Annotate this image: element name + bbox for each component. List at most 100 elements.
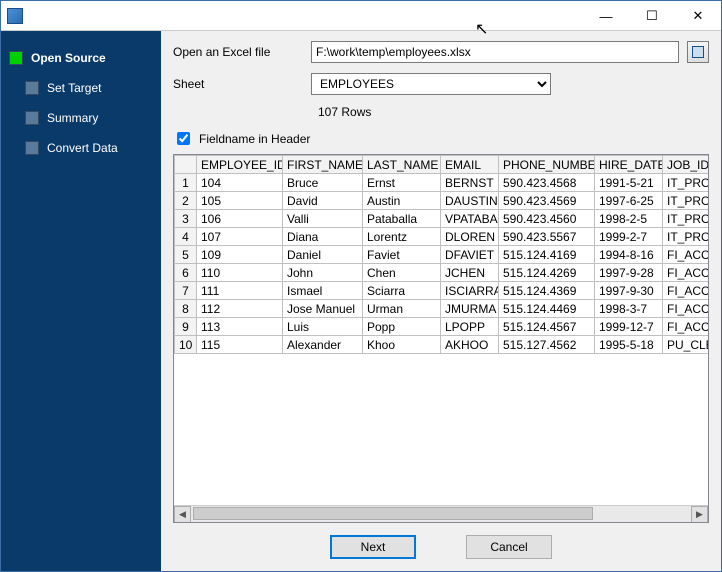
sheet-select[interactable]: EMPLOYEES [311, 73, 551, 95]
row-header[interactable]: 4 [175, 228, 197, 246]
row-header[interactable]: 10 [175, 336, 197, 354]
grid-cell[interactable]: 590.423.5567 [499, 228, 595, 246]
grid-corner[interactable] [175, 156, 197, 174]
grid-cell[interactable]: ISCIARRA [441, 282, 499, 300]
grid-cell[interactable]: Faviet [363, 246, 441, 264]
maximize-button[interactable]: ☐ [629, 1, 675, 31]
grid-cell[interactable]: 107 [197, 228, 283, 246]
grid-cell[interactable]: Khoo [363, 336, 441, 354]
grid-cell[interactable]: 515.124.4567 [499, 318, 595, 336]
cancel-button[interactable]: Cancel [466, 535, 552, 559]
grid-cell[interactable]: 1995-5-18 [595, 336, 663, 354]
column-header[interactable]: LAST_NAME [363, 156, 441, 174]
grid-cell[interactable]: FI_ACCO [663, 246, 709, 264]
grid-cell[interactable]: FI_ACCO [663, 318, 709, 336]
grid-cell[interactable]: 106 [197, 210, 283, 228]
grid-cell[interactable]: 590.423.4560 [499, 210, 595, 228]
column-header[interactable]: PHONE_NUMBER [499, 156, 595, 174]
grid-cell[interactable]: Urman [363, 300, 441, 318]
grid-cell[interactable]: BERNST [441, 174, 499, 192]
grid-cell[interactable]: Valli [283, 210, 363, 228]
close-button[interactable]: ✕ [675, 1, 721, 31]
grid-cell[interactable]: Jose Manuel [283, 300, 363, 318]
grid-cell[interactable]: FI_ACCO [663, 300, 709, 318]
row-header[interactable]: 5 [175, 246, 197, 264]
table-row[interactable]: 1104BruceErnstBERNST590.423.45681991-5-2… [175, 174, 709, 192]
grid-cell[interactable]: 113 [197, 318, 283, 336]
table-row[interactable]: 8112Jose ManuelUrmanJMURMA515.124.446919… [175, 300, 709, 318]
scroll-left-arrow-icon[interactable]: ◀ [174, 506, 191, 523]
column-header[interactable]: HIRE_DATE [595, 156, 663, 174]
row-header[interactable]: 9 [175, 318, 197, 336]
scroll-right-arrow-icon[interactable]: ▶ [691, 506, 708, 523]
grid-cell[interactable]: IT_PROG [663, 174, 709, 192]
table-row[interactable]: 7111IsmaelSciarraISCIARRA515.124.4369199… [175, 282, 709, 300]
scroll-track[interactable] [191, 506, 691, 523]
grid-cell[interactable]: AKHOO [441, 336, 499, 354]
column-header[interactable]: EMPLOYEE_ID [197, 156, 283, 174]
file-path-input[interactable] [311, 41, 679, 63]
wizard-step-0[interactable]: Open Source [1, 43, 161, 73]
horizontal-scrollbar[interactable]: ◀ ▶ [174, 505, 708, 522]
grid-cell[interactable]: 111 [197, 282, 283, 300]
table-row[interactable]: 10115AlexanderKhooAKHOO515.127.45621995-… [175, 336, 709, 354]
scroll-thumb[interactable] [193, 507, 593, 520]
grid-cell[interactable]: JMURMA [441, 300, 499, 318]
grid-cell[interactable]: Diana [283, 228, 363, 246]
grid-cell[interactable]: PU_CLEI [663, 336, 709, 354]
grid-cell[interactable]: Pataballa [363, 210, 441, 228]
grid-cell[interactable]: Daniel [283, 246, 363, 264]
grid-cell[interactable]: Luis [283, 318, 363, 336]
grid-cell[interactable]: DLOREN [441, 228, 499, 246]
wizard-step-1[interactable]: Set Target [1, 73, 161, 103]
row-header[interactable]: 6 [175, 264, 197, 282]
grid-cell[interactable]: Ernst [363, 174, 441, 192]
grid-cell[interactable]: 1998-3-7 [595, 300, 663, 318]
grid-cell[interactable]: IT_PROG [663, 210, 709, 228]
table-row[interactable]: 4107DianaLorentzDLOREN590.423.55671999-2… [175, 228, 709, 246]
grid-cell[interactable]: VPATABA [441, 210, 499, 228]
table-row[interactable]: 9113LuisPoppLPOPP515.124.45671999-12-7FI… [175, 318, 709, 336]
row-header[interactable]: 1 [175, 174, 197, 192]
grid-cell[interactable]: Popp [363, 318, 441, 336]
browse-button[interactable] [687, 41, 709, 63]
grid-cell[interactable]: Austin [363, 192, 441, 210]
wizard-step-3[interactable]: Convert Data [1, 133, 161, 163]
minimize-button[interactable]: — [583, 1, 629, 31]
grid-cell[interactable]: 1997-9-28 [595, 264, 663, 282]
grid-cell[interactable]: DAUSTIN [441, 192, 499, 210]
grid-cell[interactable]: 515.124.4169 [499, 246, 595, 264]
table-row[interactable]: 2105DavidAustinDAUSTIN590.423.45691997-6… [175, 192, 709, 210]
grid-cell[interactable]: Ismael [283, 282, 363, 300]
grid-cell[interactable]: FI_ACCO [663, 282, 709, 300]
grid-cell[interactable]: 112 [197, 300, 283, 318]
grid-cell[interactable]: 1994-8-16 [595, 246, 663, 264]
grid-table[interactable]: EMPLOYEE_IDFIRST_NAMELAST_NAMEEMAILPHONE… [174, 155, 708, 354]
grid-cell[interactable]: 1998-2-5 [595, 210, 663, 228]
grid-cell[interactable]: 1997-6-25 [595, 192, 663, 210]
column-header[interactable]: JOB_ID [663, 156, 709, 174]
grid-cell[interactable]: 109 [197, 246, 283, 264]
column-header[interactable]: FIRST_NAME [283, 156, 363, 174]
grid-cell[interactable]: David [283, 192, 363, 210]
table-row[interactable]: 5109DanielFavietDFAVIET515.124.41691994-… [175, 246, 709, 264]
table-row[interactable]: 3106ValliPataballaVPATABA590.423.4560199… [175, 210, 709, 228]
grid-cell[interactable]: John [283, 264, 363, 282]
grid-cell[interactable]: Chen [363, 264, 441, 282]
wizard-step-2[interactable]: Summary [1, 103, 161, 133]
grid-cell[interactable]: Sciarra [363, 282, 441, 300]
fieldname-header-checkbox[interactable] [177, 132, 190, 145]
grid-cell[interactable]: 105 [197, 192, 283, 210]
grid-cell[interactable]: DFAVIET [441, 246, 499, 264]
next-button[interactable]: Next [330, 535, 416, 559]
grid-cell[interactable]: IT_PROG [663, 192, 709, 210]
grid-cell[interactable]: 515.124.4469 [499, 300, 595, 318]
grid-cell[interactable]: 515.124.4269 [499, 264, 595, 282]
row-header[interactable]: 8 [175, 300, 197, 318]
row-header[interactable]: 2 [175, 192, 197, 210]
grid-cell[interactable]: Lorentz [363, 228, 441, 246]
grid-cell[interactable]: IT_PROG [663, 228, 709, 246]
grid-cell[interactable]: Bruce [283, 174, 363, 192]
grid-cell[interactable]: LPOPP [441, 318, 499, 336]
grid-cell[interactable]: 115 [197, 336, 283, 354]
